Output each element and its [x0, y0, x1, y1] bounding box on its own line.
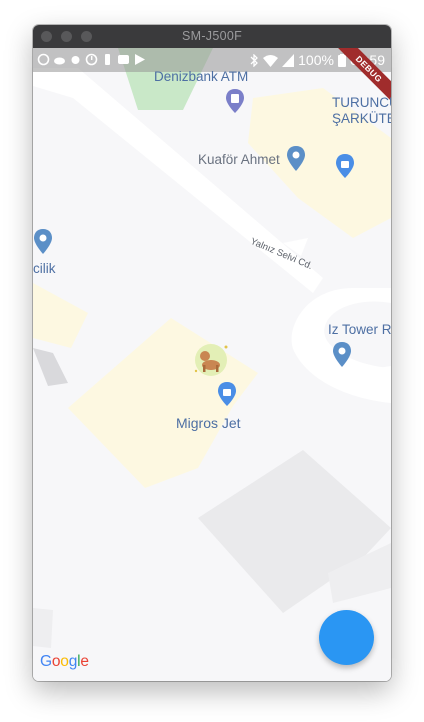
place-pin-icon[interactable] — [286, 145, 306, 172]
place-label-cilik[interactable]: cilik — [33, 261, 56, 276]
shopping-pin-icon[interactable] — [335, 153, 355, 179]
place-label-migros[interactable]: Migros Jet — [176, 415, 241, 431]
notification-icons — [37, 53, 146, 66]
place-label-iztower[interactable]: Iz Tower R — [328, 322, 391, 337]
timer-icon — [85, 53, 98, 66]
emulator-window: SM-J500F 100% DEBUG Denizbank ATM TURUNC… — [33, 25, 391, 681]
place-label-turuncu[interactable]: TURUNCU — [332, 95, 391, 110]
place-label-denizbank[interactable]: Denizbank ATM — [154, 69, 248, 84]
map-screen[interactable]: 100% 01:59 DEBUG Denizbank ATM TURUNCU Ş… — [33, 48, 391, 681]
window-titlebar: SM-J500F — [33, 25, 391, 49]
place-pin-icon[interactable] — [332, 341, 352, 368]
floating-action-button[interactable] — [319, 610, 374, 665]
google-logo: Google — [40, 653, 89, 671]
google-logo-letter: o — [60, 653, 69, 670]
shopping-pin-icon[interactable] — [217, 381, 237, 407]
gallery-icon — [118, 55, 129, 64]
google-logo-letter: G — [40, 653, 52, 670]
wifi-icon — [263, 54, 279, 67]
bluetooth-icon — [250, 53, 259, 67]
google-logo-letter: e — [80, 653, 89, 670]
sync-icon — [37, 53, 50, 66]
window-title: SM-J500F — [181, 29, 243, 43]
cloud-icon — [54, 57, 65, 65]
dog-marker-icon[interactable] — [191, 341, 233, 379]
google-logo-letter: g — [68, 653, 78, 670]
weather-icon — [71, 56, 80, 64]
place-label-sarkuteri[interactable]: ŞARKÜTE — [332, 111, 391, 126]
place-pin-icon[interactable] — [33, 228, 53, 255]
usb-icon — [105, 54, 110, 65]
place-label-kuafor[interactable]: Kuaför Ahmet — [198, 152, 280, 167]
atm-pin-icon[interactable] — [225, 88, 245, 114]
battery-percent: 100% — [298, 52, 334, 68]
signal-icon — [282, 53, 295, 67]
play-store-icon — [135, 54, 145, 65]
